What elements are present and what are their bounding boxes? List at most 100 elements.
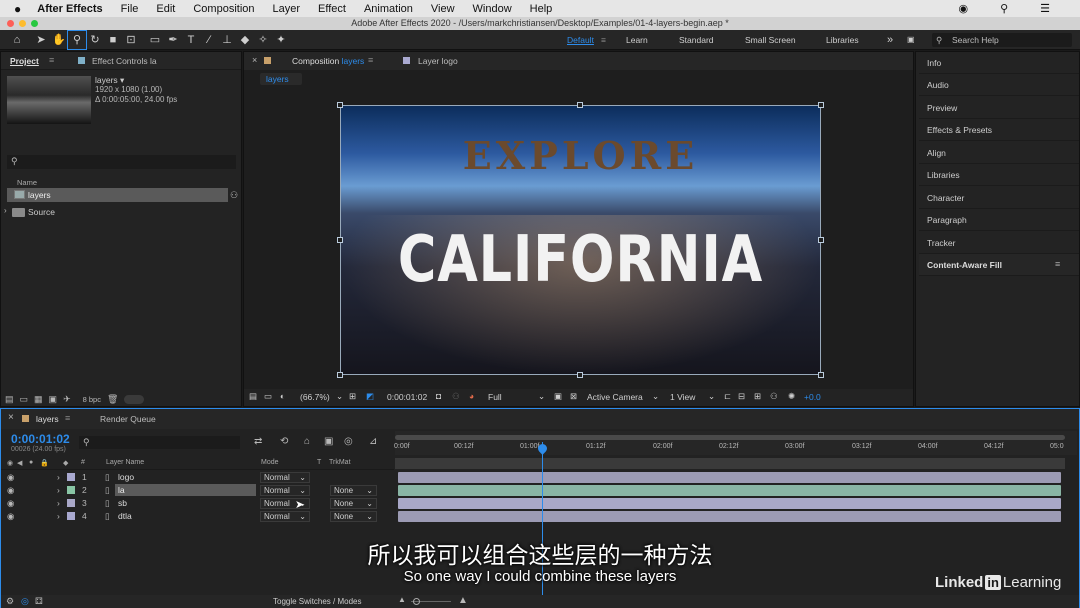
panel-tracker[interactable]: Tracker [919, 232, 1079, 254]
timeline-zoom-handle[interactable] [413, 598, 420, 605]
menu-window[interactable]: Window [473, 3, 512, 15]
always-preview-icon[interactable]: ▤ [249, 391, 257, 402]
chevron-down-icon[interactable]: ⌄ [652, 391, 659, 402]
color-channels-icon[interactable]: ◕ [469, 391, 474, 401]
label-header-icon[interactable]: ◆ [63, 459, 68, 467]
resolution-dropdown[interactable]: Full [488, 392, 502, 402]
menu-effect[interactable]: Effect [318, 3, 346, 15]
adjust-project-settings-icon[interactable]: ▣ [49, 394, 58, 405]
layer-row-la[interactable]: ◉ › 2 ▯ la Normal ⌄ None ⌄ [1, 484, 394, 497]
panel-preview[interactable]: Preview [919, 97, 1079, 119]
puppet-tool-icon[interactable]: ✦ [272, 31, 290, 49]
layer-bar-dtla[interactable] [398, 511, 1061, 522]
home-icon[interactable]: ⌂ [8, 31, 26, 49]
toggle-pixel-aspect-icon[interactable]: ⊏ [724, 391, 731, 402]
layer-name[interactable]: dtla [118, 511, 132, 521]
comp-panel-menu-icon[interactable]: ≡ [368, 55, 373, 65]
chevron-down-icon[interactable]: ⌄ [538, 391, 545, 402]
zoom-window-button[interactable] [31, 20, 38, 27]
magnification-dropdown[interactable]: (66.7%) [300, 392, 330, 402]
show-snapshot-icon[interactable]: ⚇ [452, 391, 460, 402]
transform-handle[interactable] [337, 237, 343, 243]
panel-character[interactable]: Character [919, 187, 1079, 209]
composition-flowchart-icon[interactable]: ⇄ [254, 436, 262, 447]
column-trkmat-header[interactable]: TrkMat [329, 459, 351, 466]
menu-view[interactable]: View [431, 3, 455, 15]
expand-arrow-icon[interactable]: › [4, 206, 7, 215]
workspace-menu-icon[interactable]: ≡ [601, 30, 606, 50]
close-tab-icon[interactable]: × [8, 412, 14, 423]
workspace-small-screen[interactable]: Small Screen [745, 30, 796, 50]
brush-tool-icon[interactable]: ∕ [200, 31, 218, 49]
transform-handle[interactable] [818, 237, 824, 243]
exposure-value[interactable]: +0.0 [804, 392, 821, 402]
fast-previews-icon[interactable]: ⊟ [738, 391, 745, 402]
eye-icon[interactable]: ◉ [7, 472, 14, 483]
tab-composition[interactable]: Composition layers [292, 56, 364, 66]
apple-menu-icon[interactable]: ● [14, 2, 21, 16]
transform-handle[interactable] [337, 372, 343, 378]
type-tool-icon[interactable]: T [182, 31, 200, 49]
comp-navigator-tab[interactable]: layers [260, 73, 302, 85]
selection-tool-icon[interactable]: ➤ [32, 31, 50, 49]
layer-bar-sb[interactable] [398, 498, 1061, 509]
panel-effects-presets[interactable]: Effects & Presets [919, 119, 1079, 141]
graph-editor-icon[interactable]: ⊿ [369, 436, 377, 447]
project-search-input[interactable]: ⚲ [7, 155, 236, 169]
menu-animation[interactable]: Animation [364, 3, 413, 15]
column-mode-header[interactable]: Mode [261, 459, 279, 466]
zoom-out-icon[interactable]: ▲ [398, 595, 406, 604]
workspace-libraries[interactable]: Libraries [826, 30, 859, 50]
toggle-switches-modes-button[interactable]: Toggle Switches / Modes [273, 597, 362, 606]
minimize-window-button[interactable] [19, 20, 26, 27]
transform-handle[interactable] [577, 372, 583, 378]
work-area-bar[interactable] [395, 435, 1065, 440]
column-layer-name-header[interactable]: Layer Name [106, 459, 144, 466]
expand-arrow-icon[interactable]: › [57, 485, 60, 495]
layer-bounding-box[interactable] [340, 105, 821, 375]
layer-bar-logo[interactable] [398, 472, 1061, 483]
toggle-transparency-grid-icon[interactable]: ⊠ [570, 391, 577, 402]
transform-handle[interactable] [818, 372, 824, 378]
expand-arrow-icon[interactable]: › [57, 472, 60, 482]
interpret-footage-icon[interactable]: ▤ [5, 394, 14, 405]
flowchart-icon[interactable]: ⚇ [770, 391, 778, 402]
menu-composition[interactable]: Composition [193, 3, 254, 15]
frame-blending-icon[interactable]: ▣ [324, 436, 333, 447]
notification-list-icon[interactable]: ☰ [1040, 2, 1050, 15]
marker-track[interactable] [395, 458, 1065, 469]
layer-row-dtla[interactable]: ◉ › 4 ▯ dtla Normal ⌄ None ⌄ [1, 510, 394, 523]
time-ruler[interactable]: 0:00f 00:12f 01:00f 01:12f 02:00f 02:12f… [394, 431, 1077, 455]
tab-timeline-layers[interactable]: layers [36, 414, 59, 424]
sync-settings-icon[interactable]: ▣ [907, 30, 915, 50]
zoom-tool-icon[interactable]: ⚲ [67, 29, 87, 50]
project-item-source[interactable]: › Source [4, 205, 127, 219]
eye-icon[interactable]: ◉ [7, 511, 14, 522]
hide-shy-layers-icon[interactable]: ⌂ [304, 436, 310, 447]
creative-cloud-icon[interactable]: ◉ [958, 2, 968, 15]
timeline-menu-icon[interactable]: ≡ [65, 413, 70, 423]
panel-align[interactable]: Align [919, 142, 1079, 164]
eraser-tool-icon[interactable]: ◆ [236, 31, 254, 49]
layer-name[interactable]: sb [118, 498, 127, 508]
snapshot-icon[interactable]: ◘ [436, 391, 441, 401]
roto-brush-tool-icon[interactable]: ✧ [254, 31, 272, 49]
rotation-tool-icon[interactable]: ↻ [86, 31, 104, 49]
label-color-swatch[interactable] [67, 512, 75, 520]
timeline-current-time[interactable]: 0:00:01:02 [11, 432, 70, 446]
blend-mode-dropdown[interactable]: Normal ⌄ [260, 511, 310, 522]
clone-stamp-tool-icon[interactable]: ⊥ [218, 31, 236, 49]
tab-layer[interactable]: Layer logo [418, 56, 458, 66]
track-matte-dropdown[interactable]: None ⌄ [330, 511, 377, 522]
view-layout-dropdown[interactable]: 1 View [670, 392, 695, 402]
monitor-icon[interactable]: ▭ [264, 391, 272, 402]
solo-header-icon[interactable]: ● [29, 459, 33, 466]
layer-bar-la[interactable] [398, 485, 1061, 496]
reset-exposure-icon[interactable]: ✺ [788, 391, 795, 402]
panel-paragraph[interactable]: Paragraph [919, 209, 1079, 231]
menu-app[interactable]: After Effects [37, 3, 102, 15]
column-t-header[interactable]: T [317, 459, 321, 466]
transform-handle[interactable] [818, 102, 824, 108]
hand-tool-icon[interactable]: ✋ [50, 31, 68, 49]
menu-help[interactable]: Help [530, 3, 553, 15]
